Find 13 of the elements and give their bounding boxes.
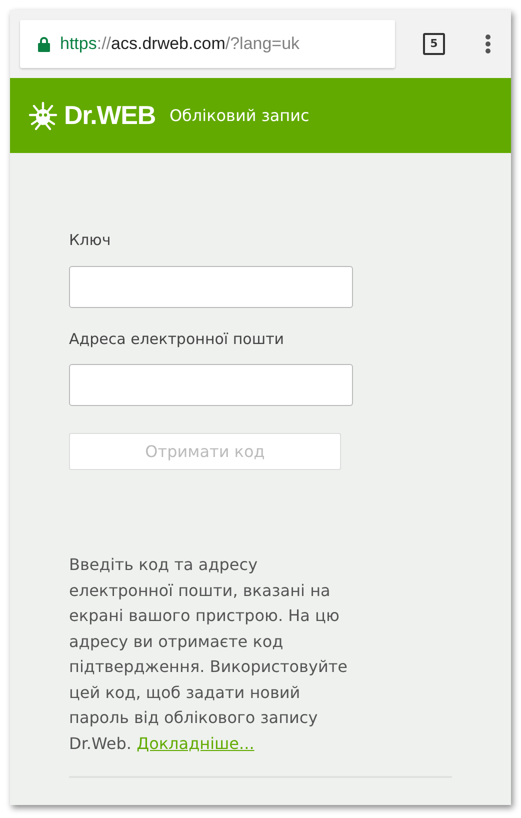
info-paragraph: Введіть код та адресу електронної пошти, вказані на екрані вашого пристрою. На цю адресу ви отримаєте код підтвердження. Використовуйте цей код, щоб задати новий пароль від облікового запису Dr.Web. Докладніше... [69, 554, 349, 754]
more-menu-icon[interactable] [485, 34, 491, 54]
logo-text: Dr.WEB [64, 99, 156, 132]
lock-icon [38, 36, 50, 52]
address-bar[interactable]: https://acs.drweb.com/?lang=uk [20, 20, 395, 68]
field-label: Адреса електронної пошти [69, 328, 286, 350]
spider-logo-icon [28, 100, 58, 130]
input-field[interactable] [69, 266, 353, 308]
input-field[interactable] [69, 364, 353, 406]
tab-count-button[interactable]: 5 [423, 33, 445, 55]
url-text: https://acs.drweb.com/?lang=uk [60, 33, 300, 56]
header-title: Обліковий запис [169, 104, 310, 126]
field-label: Ключ [69, 230, 112, 251]
